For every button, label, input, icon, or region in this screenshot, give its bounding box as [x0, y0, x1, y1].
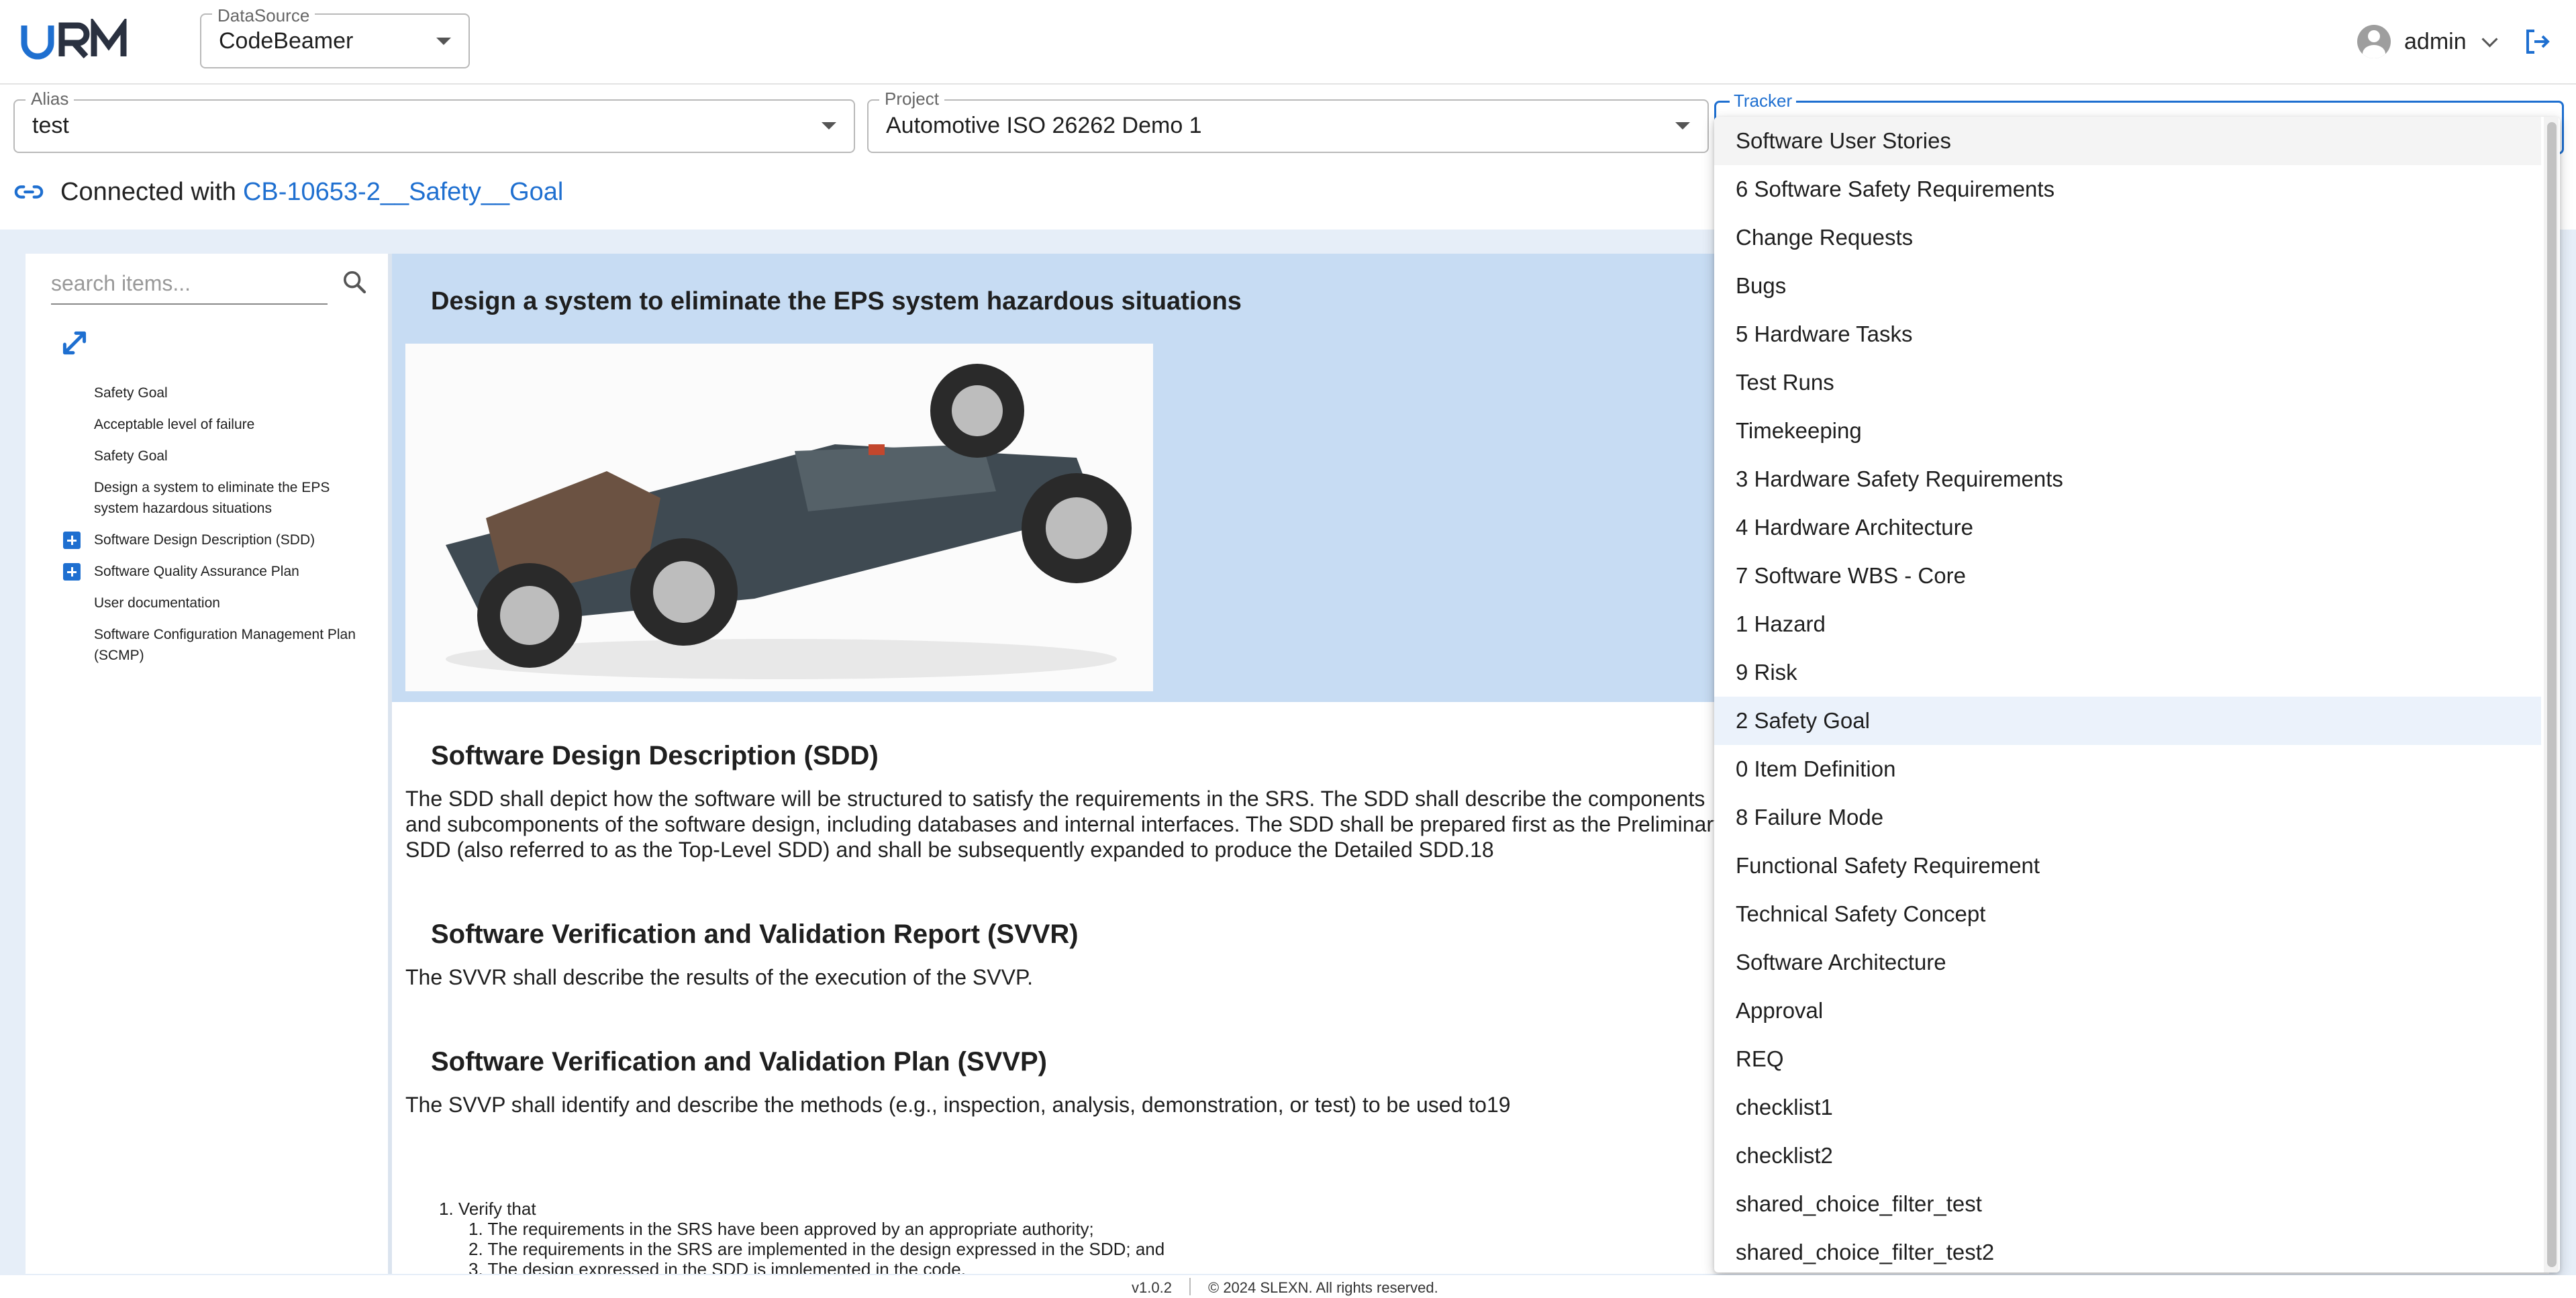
tracker-option[interactable]: 1 Hazard [1714, 600, 2541, 648]
tracker-option[interactable]: Timekeeping [1714, 407, 2541, 455]
tree-item-label: Safety Goal [94, 385, 168, 401]
tree-item[interactable]: Software Design Description (SDD) [58, 530, 380, 550]
list-subitem: 1. The requirements in the SRS have been… [468, 1219, 1094, 1239]
connection-prefix: Connected with [60, 177, 236, 206]
alias-label: Alias [26, 89, 75, 109]
account-icon [2357, 25, 2391, 58]
user-menu[interactable]: admin [2357, 23, 2498, 60]
list-item: 1. Verify that [439, 1199, 536, 1219]
list-item-text: Verify that [458, 1199, 536, 1219]
tracker-option[interactable]: 3 Hardware Safety Requirements [1714, 455, 2541, 503]
project-value: Automotive ISO 26262 Demo 1 [886, 113, 1202, 138]
vehicle-chassis-image [405, 344, 1153, 691]
datasource-select[interactable]: DataSource CodeBeamer [200, 5, 470, 68]
copyright: © 2024 SLEXN. All rights reserved. [1208, 1279, 1438, 1296]
list-subitem-text: The design expressed in the SDD is imple… [487, 1259, 966, 1274]
chevron-down-icon [1675, 122, 1690, 130]
footer: v1.0.2 © 2024 SLEXN. All rights reserved… [0, 1275, 2576, 1298]
alias-select[interactable]: Alias test [13, 89, 855, 153]
tracker-option[interactable]: Bugs [1714, 262, 2541, 310]
username: admin [2404, 28, 2467, 54]
tracker-option-selected[interactable]: 2 Safety Goal [1714, 697, 2541, 745]
tracker-option[interactable]: shared_choice_filter_test2 [1714, 1228, 2541, 1272]
section-body: The SVVR shall describe the results of t… [405, 965, 1034, 989]
tracker-option[interactable]: Test Runs [1714, 358, 2541, 407]
tracker-option[interactable]: checklist1 [1714, 1083, 2541, 1132]
tree-item[interactable]: Software Quality Assurance Plan [58, 561, 380, 582]
tracker-option[interactable]: shared_choice_filter_test [1714, 1180, 2541, 1228]
tree-item[interactable]: Safety Goal [58, 446, 380, 466]
tracker-option[interactable]: Approval [1714, 987, 2541, 1035]
alias-value: test [32, 113, 69, 138]
tracker-option[interactable]: checklist2 [1714, 1132, 2541, 1180]
chevron-down-icon [822, 122, 836, 130]
tracker-option[interactable]: 6 Software Safety Requirements [1714, 165, 2541, 213]
project-label: Project [879, 89, 944, 109]
tree-item-label: Design a system to eliminate the EPS sys… [94, 480, 330, 516]
tracker-option[interactable]: 9 Risk [1714, 648, 2541, 697]
tracker-option[interactable]: REQ [1714, 1035, 2541, 1083]
doc-section-svvr: Software Verification and Validation Rep… [405, 919, 1734, 990]
plus-box-icon[interactable] [63, 563, 81, 581]
tree-item-label: Acceptable level of failure [94, 417, 255, 432]
tree-item-label: Software Configuration Management Plan (… [94, 627, 356, 663]
section-heading: Software Design Description (SDD) [431, 741, 879, 770]
tree-item-label: Software Quality Assurance Plan [94, 564, 299, 579]
list-subitem: 2. The requirements in the SRS are imple… [468, 1239, 1165, 1259]
chevron-down-icon [436, 38, 451, 45]
logout-icon[interactable] [2521, 26, 2553, 58]
link-icon [14, 185, 44, 199]
tracker-option[interactable]: 5 Hardware Tasks [1714, 310, 2541, 358]
numbered-list: 1. Verify that 1. The requirements in th… [439, 1199, 1165, 1274]
tracker-option[interactable]: 8 Failure Mode [1714, 793, 2541, 842]
doc-section-svvp: Software Verification and Validation Pla… [405, 1047, 1734, 1117]
tracker-option[interactable]: 0 Item Definition [1714, 745, 2541, 793]
connection-status: Connected with CB-10653-2__Safety__Goal [13, 173, 563, 211]
menu-scrollbar-thumb[interactable] [2547, 122, 2557, 1267]
tree-item[interactable]: Acceptable level of failure [58, 414, 380, 435]
list-subitem: 3. The design expressed in the SDD is im… [439, 1259, 1165, 1274]
doc-section-sdd: Software Design Description (SDD) The SD… [405, 741, 1734, 862]
tree-item[interactable]: Software Configuration Management Plan (… [58, 624, 376, 666]
app-version: v1.0.2 [1132, 1279, 1172, 1296]
project-select[interactable]: Project Automotive ISO 26262 Demo 1 [867, 89, 1709, 153]
tracker-option[interactable]: 4 Hardware Architecture [1714, 503, 2541, 552]
section-body: The SDD shall depict how the software wi… [405, 787, 1724, 862]
tracker-option[interactable]: Functional Safety Requirement [1714, 842, 2541, 890]
tree-view: Safety Goal Acceptable level of failure … [58, 383, 380, 677]
datasource-value: CodeBeamer [219, 28, 354, 54]
tree-item-label: Software Design Description (SDD) [94, 532, 315, 548]
tracker-option[interactable]: Software Architecture [1714, 938, 2541, 987]
tree-item[interactable]: Design a system to eliminate the EPS sys… [58, 477, 349, 519]
tracker-option[interactable]: Software User Stories [1714, 117, 2541, 165]
search-input[interactable]: search items... [51, 263, 328, 305]
section-body: The SVVP shall identify and describe the… [405, 1093, 1511, 1117]
tracker-option[interactable]: Change Requests [1714, 213, 2541, 262]
tracker-option[interactable]: 7 Software WBS - Core [1714, 552, 2541, 600]
document-view: Design a system to eliminate the EPS sys… [392, 254, 1734, 1274]
list-subitem-text: The requirements in the SRS have been ap… [487, 1219, 1094, 1239]
hero-section: Design a system to eliminate the EPS sys… [392, 254, 1734, 702]
tree-item[interactable]: User documentation [58, 593, 380, 613]
tree-item[interactable]: Safety Goal [58, 383, 380, 403]
plus-box-icon[interactable] [63, 532, 81, 549]
tracker-option[interactable]: Technical Safety Concept [1714, 890, 2541, 938]
top-bar: DataSource CodeBeamer admin [0, 0, 2576, 85]
section-heading: Software Verification and Validation Rep… [431, 919, 1079, 949]
tracker-dropdown-menu: Software User Stories 6 Software Safety … [1714, 117, 2560, 1272]
section-heading: Software Verification and Validation Pla… [431, 1047, 1047, 1077]
tracker-label: Tracker [1730, 91, 1797, 111]
tree-item-label: User documentation [94, 595, 220, 611]
datasource-label: DataSource [212, 5, 315, 26]
list-subitem-text: The requirements in the SRS are implemen… [487, 1239, 1165, 1259]
tree-item-label: Safety Goal [94, 448, 168, 464]
connection-link[interactable]: CB-10653-2__Safety__Goal [243, 178, 563, 207]
urm-logo [21, 19, 127, 60]
expand-icon[interactable] [58, 326, 91, 360]
search-icon[interactable] [341, 268, 368, 295]
footer-divider [1189, 1278, 1191, 1295]
chevron-down-icon [2481, 30, 2498, 48]
hero-title: Design a system to eliminate the EPS sys… [431, 287, 1242, 315]
